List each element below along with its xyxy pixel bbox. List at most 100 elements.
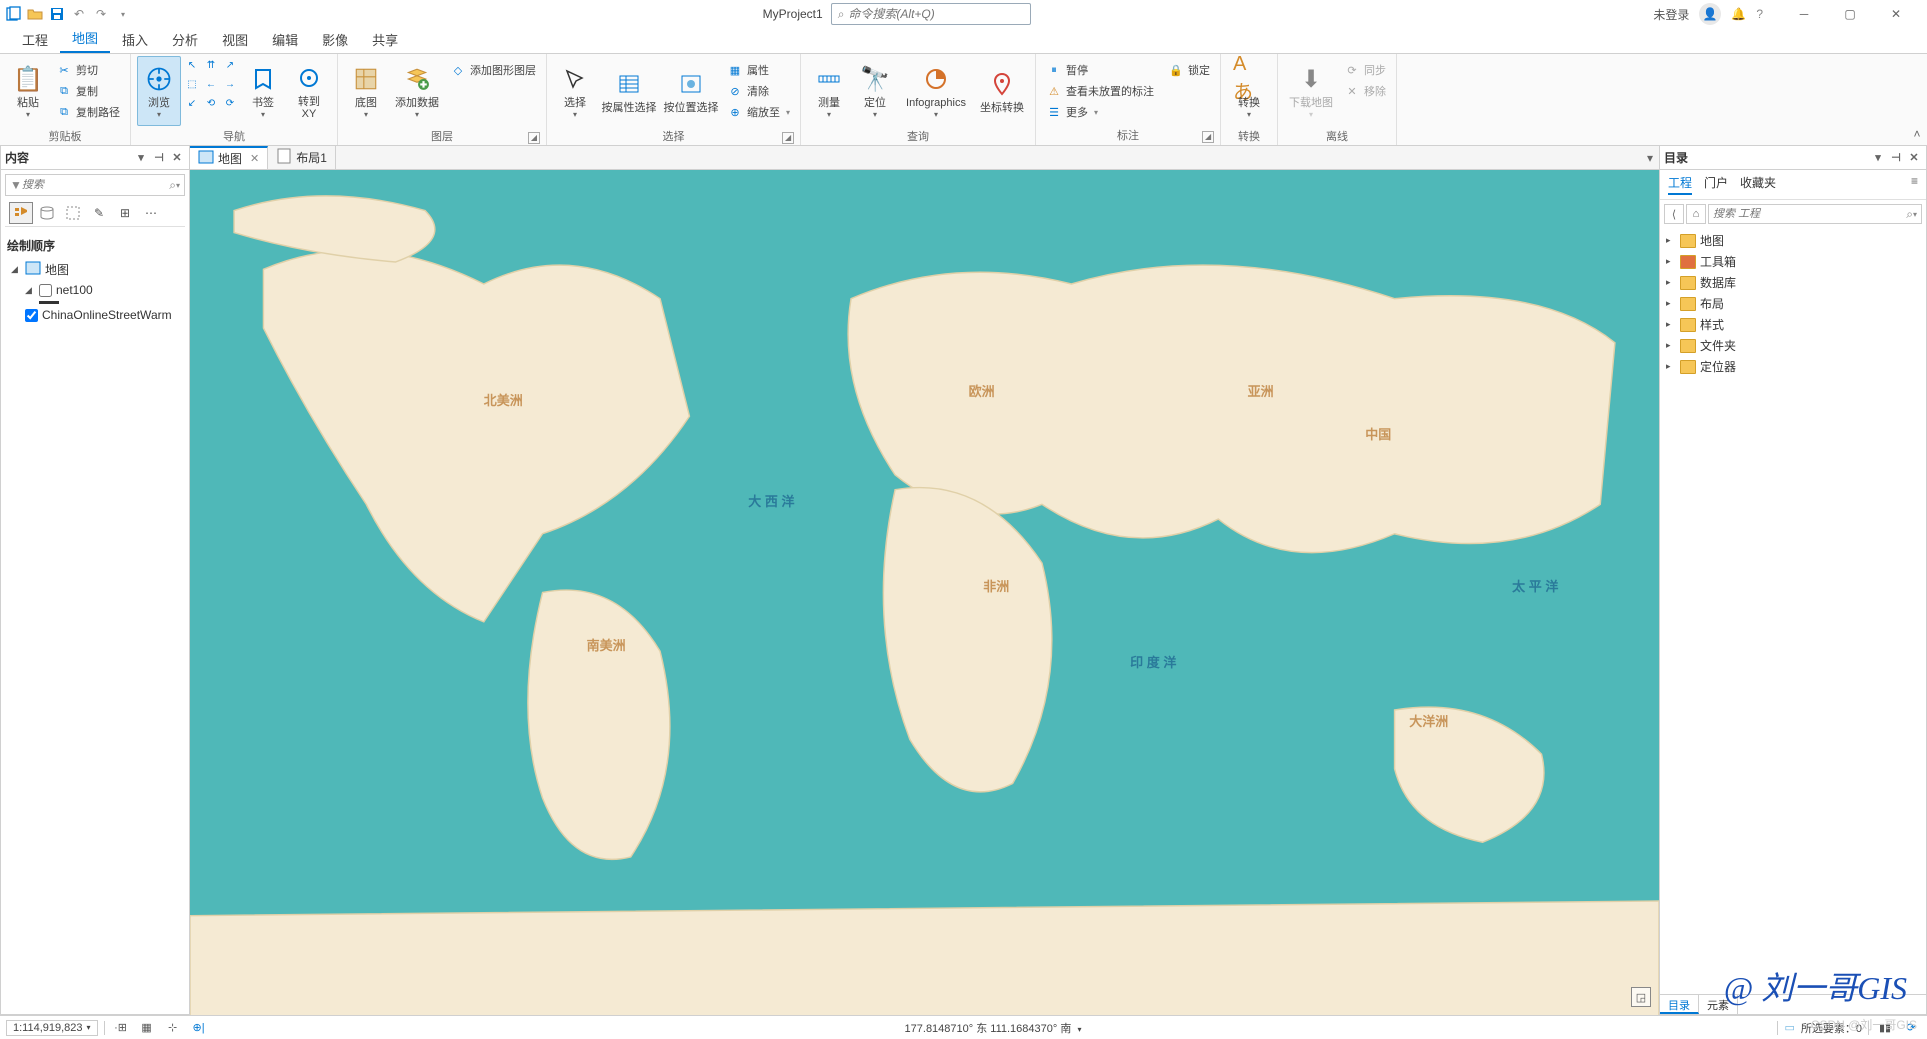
filter-icon[interactable]: ▼ (10, 178, 22, 192)
select-button[interactable]: 选择 ▾ (553, 56, 597, 126)
labeling-launcher-icon[interactable]: ◢ (1202, 131, 1214, 143)
more-label-button[interactable]: ☰更多▾ (1042, 102, 1158, 122)
view-tab-layout[interactable]: 布局1 (268, 146, 336, 169)
basemap-button[interactable]: 底图 ▾ (344, 56, 388, 126)
coords-display[interactable]: 177.8148710° 东 111.1684370° 南 ▾ (905, 1023, 1082, 1035)
catalog-node-styles[interactable]: ▸样式 (1666, 314, 1920, 335)
add-data-button[interactable]: 添加数据 ▾ (390, 56, 444, 126)
nav-arrows[interactable]: ↖⇈↗ ⬚←→ ↙⟲⟳ (183, 56, 239, 112)
view-unplaced-button[interactable]: ⚠查看未放置的标注 (1042, 81, 1158, 101)
expand-icon[interactable]: ▸ (1666, 277, 1676, 288)
maximize-button[interactable]: ▢ (1827, 0, 1873, 28)
pause-label-button[interactable]: ⏸暂停 (1042, 60, 1158, 80)
layer-launcher-icon[interactable]: ◢ (528, 132, 540, 144)
catalog-close-icon[interactable]: ✕ (1906, 150, 1922, 166)
convert-button[interactable]: Aあ 转换 ▾ (1227, 56, 1271, 126)
expand-icon[interactable]: ▸ (1666, 361, 1676, 372)
qat-customize-icon[interactable]: ▾ (114, 5, 132, 23)
search-icon[interactable]: ⌕ (1906, 207, 1913, 222)
command-search-input[interactable] (848, 7, 1023, 21)
catalog-tab-favorites[interactable]: 收藏夹 (1740, 174, 1776, 195)
coord-conv-button[interactable]: 坐标转换 (975, 56, 1029, 126)
layer-checkbox[interactable] (39, 284, 52, 297)
tab-view[interactable]: 视图 (210, 26, 260, 53)
tab-map[interactable]: 地图 (60, 24, 110, 53)
command-search[interactable]: ⌕ (831, 3, 1031, 25)
map-navigator-icon[interactable]: ◲ (1631, 987, 1651, 1007)
catalog-node-layouts[interactable]: ▸布局 (1666, 293, 1920, 314)
tab-edit[interactable]: 编辑 (260, 26, 310, 53)
status-btn-1-icon[interactable]: ·⊞ (111, 1019, 131, 1037)
search-dd-icon[interactable]: ▾ (1913, 210, 1917, 219)
zoom-to-button[interactable]: ⊕缩放至▾ (723, 102, 794, 122)
view-options-icon[interactable]: ▾ (1641, 151, 1659, 165)
bookmarks-button[interactable]: 书签 ▾ (241, 56, 285, 126)
expand-icon[interactable]: ▸ (1666, 340, 1676, 351)
catalog-node-maps[interactable]: ▸地图 (1666, 230, 1920, 251)
nav-ne-icon[interactable]: ↗ (221, 56, 239, 74)
status-btn-3-icon[interactable]: ⊹ (163, 1019, 183, 1037)
contents-search-input[interactable] (22, 179, 169, 191)
qat-save-icon[interactable] (48, 5, 66, 23)
search-icon[interactable]: ⌕ (169, 178, 176, 193)
paste-button[interactable]: 📋 粘贴 ▾ (6, 56, 50, 126)
select-by-attr-button[interactable]: 按属性选择 (599, 56, 659, 126)
tab-project[interactable]: 工程 (10, 26, 60, 53)
download-map-button[interactable]: ⬇ 下载地图 ▾ (1284, 56, 1338, 126)
nav-n-icon[interactable]: ⇈ (202, 56, 220, 74)
locate-button[interactable]: 🔭 定位 ▾ (853, 56, 897, 126)
qat-undo-icon[interactable]: ↶ (70, 5, 88, 23)
explore-button[interactable]: 浏览 ▾ (137, 56, 181, 126)
notification-icon[interactable]: 🔔 (1731, 7, 1746, 21)
help-icon[interactable]: ? (1756, 7, 1763, 21)
tab-close-icon[interactable]: ✕ (250, 152, 259, 165)
scale-selector[interactable]: 1:114,919,823 ▾ (6, 1020, 98, 1036)
selection-launcher-icon[interactable]: ◢ (782, 132, 794, 144)
expand-icon[interactable]: ▸ (1666, 298, 1676, 309)
contents-close-icon[interactable]: ✕ (169, 150, 185, 166)
nav-next-icon[interactable]: → (221, 75, 239, 93)
contents-options-icon[interactable]: ▾ (133, 150, 149, 166)
nav-fwd-icon[interactable]: ⟳ (221, 94, 239, 112)
attributes-button[interactable]: ▦属性 (723, 60, 794, 80)
contents-pin-icon[interactable]: ⊣ (151, 150, 167, 166)
catalog-options-icon[interactable]: ▾ (1870, 150, 1886, 166)
status-btn-2-icon[interactable]: ▦ (137, 1019, 157, 1037)
qat-new-icon[interactable] (4, 5, 22, 23)
lock-label-button[interactable]: 🔒锁定 (1164, 60, 1214, 80)
toc-tab-edit-icon[interactable]: ✎ (87, 202, 111, 224)
expand-icon[interactable]: ▸ (1666, 235, 1676, 246)
catalog-home-icon[interactable]: ⌂ (1686, 204, 1706, 224)
toc-layer-net100[interactable]: ◢ net100 (21, 281, 183, 299)
sync-button[interactable]: ⟳同步 (1340, 60, 1390, 80)
toc-tab-drawing-icon[interactable] (9, 202, 33, 224)
toc-tab-source-icon[interactable] (35, 202, 59, 224)
bottom-tab-catalog[interactable]: 目录 (1660, 995, 1699, 1014)
layer-checkbox[interactable] (25, 309, 38, 322)
search-dd-icon[interactable]: ▾ (176, 181, 180, 190)
goto-xy-button[interactable]: 转到 XY (287, 56, 331, 126)
tab-insert[interactable]: 插入 (110, 26, 160, 53)
nav-nw-icon[interactable]: ↖ (183, 56, 201, 74)
toc-layer-basemap[interactable]: ChinaOnlineStreetWarm (21, 306, 183, 324)
catalog-node-toolboxes[interactable]: ▸工具箱 (1666, 251, 1920, 272)
expand-icon[interactable]: ◢ (25, 285, 35, 296)
tab-analysis[interactable]: 分析 (160, 26, 210, 53)
catalog-pin-icon[interactable]: ⊣ (1888, 150, 1904, 166)
expand-icon[interactable]: ▸ (1666, 256, 1676, 267)
qat-redo-icon[interactable]: ↷ (92, 5, 110, 23)
catalog-node-folders[interactable]: ▸文件夹 (1666, 335, 1920, 356)
tab-imagery[interactable]: 影像 (310, 26, 360, 53)
status-btn-snap-icon[interactable]: ⊕| (189, 1019, 209, 1037)
nav-back-icon[interactable]: ⟲ (202, 94, 220, 112)
nav-sw-icon[interactable]: ↙ (183, 94, 201, 112)
cut-button[interactable]: ✂剪切 (52, 60, 124, 80)
copy-button[interactable]: ⧉复制 (52, 81, 124, 101)
expand-icon[interactable]: ▸ (1666, 319, 1676, 330)
copy-path-button[interactable]: ⧉复制路径 (52, 102, 124, 122)
qat-open-icon[interactable] (26, 5, 44, 23)
user-icon[interactable]: 👤 (1699, 3, 1721, 25)
toc-tab-selection-icon[interactable] (61, 202, 85, 224)
infographics-button[interactable]: Infographics ▾ (899, 56, 973, 126)
catalog-search-input[interactable] (1713, 208, 1906, 220)
